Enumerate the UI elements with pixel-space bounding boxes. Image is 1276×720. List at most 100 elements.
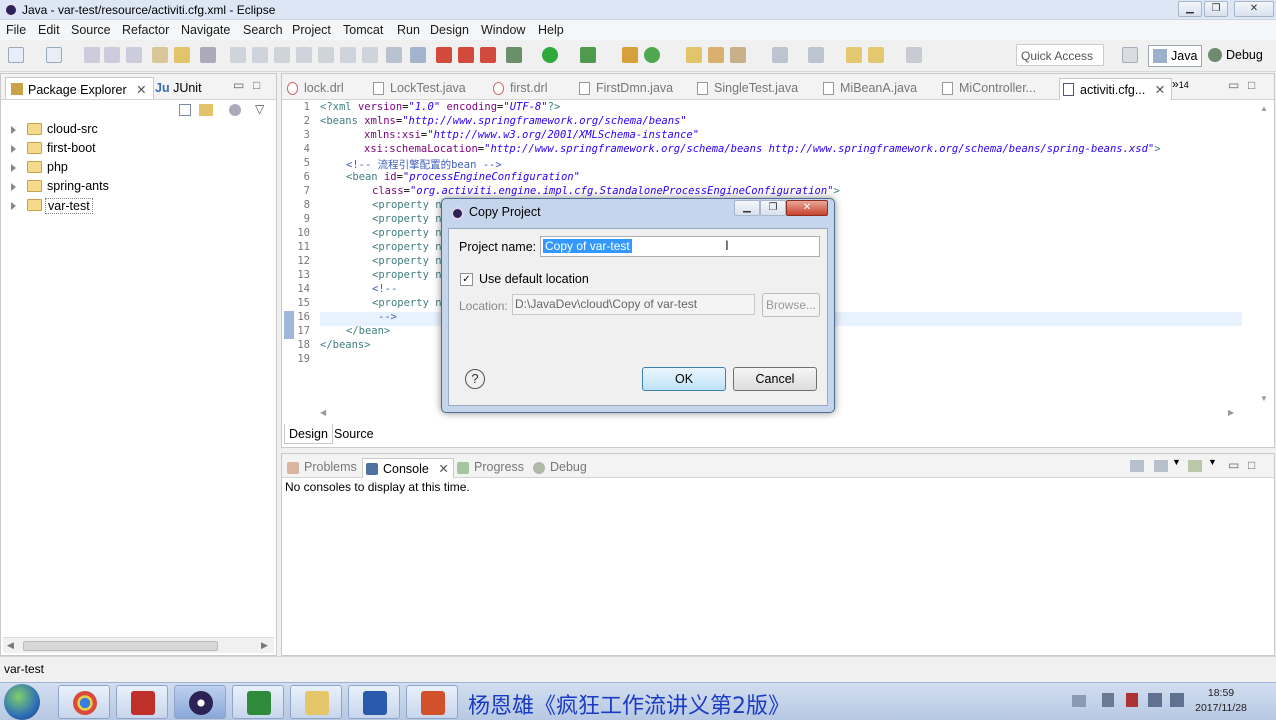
tab-singletest-java[interactable]: SingleTest.java [694,78,798,100]
step-return-icon[interactable] [340,47,356,63]
terminate-icon[interactable] [274,47,290,63]
debug-icon[interactable] [506,47,522,63]
drop-frame-icon[interactable] [362,47,378,63]
open-perspective-icon[interactable] [1122,47,1138,63]
taskbar-word[interactable] [348,685,400,719]
keyboard-icon[interactable] [1072,695,1086,707]
browse-button[interactable]: Browse... [762,293,820,317]
expand-arrow-icon[interactable] [11,164,16,172]
scroll-up-icon[interactable]: ▲ [1260,104,1268,113]
clock[interactable]: 18:59 2017/11/28 [1186,686,1256,716]
tab-problems[interactable]: Problems [284,458,361,478]
expand-arrow-icon[interactable] [11,183,16,191]
tree-item-cloud-src[interactable]: cloud-src [11,121,211,139]
tab-debug[interactable]: Debug [530,458,591,478]
start-button[interactable] [4,684,40,720]
tab-firstdmn-java[interactable]: FirstDmn.java [576,78,673,100]
link-editor-icon[interactable] [199,104,213,116]
next-annotation-icon[interactable] [772,47,788,63]
open-folder-icon[interactable] [686,47,702,63]
view-menu-icon[interactable] [229,104,241,116]
use-default-checkbox[interactable]: ✓ [460,273,473,286]
code-line[interactable]: <!-- [320,283,397,295]
flag-icon[interactable] [1102,693,1114,707]
tab-activiti-cfg-xml[interactable]: activiti.cfg... ✕ [1059,78,1173,100]
toggle-mark-icon[interactable] [200,47,216,63]
chevron-down-icon[interactable]: ▼ [1208,457,1217,467]
code-line[interactable]: <!-- 流程引擎配置的bean --> [320,157,502,172]
maximize-view-icon[interactable]: □ [1248,78,1255,92]
code-line[interactable]: <?xml version="1.0" encoding="UTF-8"?> [320,101,560,113]
dialog-close-button[interactable]: ✕ [786,200,828,216]
menu-search[interactable]: Search [243,23,283,37]
suspend-icon[interactable] [252,47,268,63]
code-line[interactable]: <property n [320,269,442,281]
code-line[interactable]: class="org.activiti.engine.impl.cfg.Stan… [320,185,840,197]
dialog-minimize-button[interactable]: ▁ [734,200,760,216]
menu-source[interactable]: Source [71,23,111,37]
tomcat-stop-icon[interactable] [458,47,474,63]
minimize-view-icon[interactable]: ▭ [233,78,244,92]
expand-arrow-icon[interactable] [11,202,16,210]
open-task-icon[interactable] [174,47,190,63]
scroll-left-icon[interactable]: ◀ [320,408,326,417]
menu-refactor[interactable]: Refactor [122,23,169,37]
volume-icon[interactable] [1170,693,1184,707]
tree-item-spring-ants[interactable]: spring-ants [11,178,211,196]
collapse-all-icon[interactable] [179,104,191,116]
pin-console-icon[interactable] [1130,460,1144,472]
tab-micontroller-java[interactable]: MiController... [939,78,1036,100]
prev-annotation-icon[interactable] [808,47,824,63]
perspective-debug[interactable]: Debug [1204,45,1267,67]
taskbar-explorer[interactable] [290,685,342,719]
tree-item-php[interactable]: php [11,159,211,177]
tab-package-explorer[interactable]: Package Explorer ✕ [5,77,154,99]
tab-lock-drl[interactable]: lock.drl [284,78,344,100]
print-icon[interactable] [126,47,142,63]
code-line[interactable]: <bean id="processEngineConfiguration" [320,171,580,183]
tab-progress[interactable]: Progress [454,458,528,478]
dialog-maximize-button[interactable]: ❐ [760,200,786,216]
maximize-view-icon[interactable]: □ [253,78,260,92]
chevron-down-icon[interactable]: ▼ [1172,457,1181,467]
taskbar-winrar[interactable] [116,685,168,719]
tab-first-drl[interactable]: first.drl [490,78,548,100]
menu-window[interactable]: Window [481,23,525,37]
security-icon[interactable] [1126,693,1138,707]
open-type-icon[interactable] [152,47,168,63]
step-into-icon[interactable] [296,47,312,63]
code-line[interactable]: <property n [320,241,442,253]
minimize-view-icon[interactable]: ▭ [1228,78,1239,92]
back-icon[interactable] [868,47,884,63]
network-icon[interactable] [1148,693,1162,707]
minimize-view-icon[interactable]: ▭ [1228,458,1239,472]
new-wizard-icon[interactable] [46,47,62,63]
save-all-icon[interactable] [104,47,120,63]
close-button[interactable]: ✕ [1234,1,1274,17]
menu-help[interactable]: Help [538,23,564,37]
code-line[interactable]: xmlns:xsi="http://www.w3.org/2001/XMLSch… [320,129,699,141]
taskbar-recorder[interactable] [406,685,458,719]
new-class-icon[interactable] [644,47,660,63]
code-line[interactable]: <property n [320,199,442,211]
scroll-down-icon[interactable]: ▼ [1260,394,1268,403]
run-icon[interactable] [542,47,558,63]
maximize-view-icon[interactable]: □ [1248,458,1255,472]
code-line[interactable]: </bean> [320,325,390,337]
menu-navigate[interactable]: Navigate [181,23,230,37]
code-line[interactable]: <property n [320,255,442,267]
last-edit-icon[interactable] [846,47,862,63]
code-line[interactable]: <property n [320,227,442,239]
maximize-button[interactable]: ❐ [1204,1,1228,17]
menu-tomcat[interactable]: Tomcat [343,23,383,37]
display-console-icon[interactable] [1154,460,1168,472]
tab-mibeana-java[interactable]: MiBeanA.java [820,78,917,100]
save-icon[interactable] [84,47,100,63]
scroll-right-icon[interactable]: ▶ [1228,408,1234,417]
skip-breakpoints-icon[interactable] [230,47,246,63]
scrollbar-thumb[interactable] [23,641,218,651]
forward-icon[interactable] [906,47,922,63]
close-icon[interactable]: ✕ [136,83,146,97]
project-name-input[interactable]: Copy of var-test [540,236,820,257]
open-console-icon[interactable] [1188,460,1202,472]
